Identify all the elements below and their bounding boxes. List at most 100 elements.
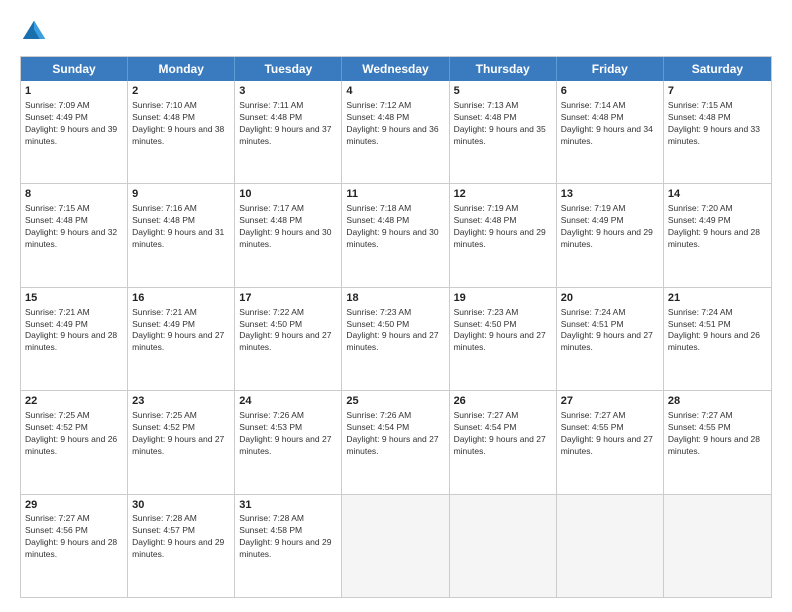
- calendar-cell: 21Sunrise: 7:24 AM Sunset: 4:51 PM Dayli…: [664, 288, 771, 390]
- calendar-row: 1Sunrise: 7:09 AM Sunset: 4:49 PM Daylig…: [21, 81, 771, 184]
- day-number: 25: [346, 394, 444, 409]
- cell-info: Sunrise: 7:21 AM Sunset: 4:49 PM Dayligh…: [25, 307, 123, 355]
- day-number: 15: [25, 291, 123, 306]
- calendar-body: 1Sunrise: 7:09 AM Sunset: 4:49 PM Daylig…: [21, 81, 771, 597]
- calendar-cell: 29Sunrise: 7:27 AM Sunset: 4:56 PM Dayli…: [21, 495, 128, 597]
- calendar-cell: 2Sunrise: 7:10 AM Sunset: 4:48 PM Daylig…: [128, 81, 235, 183]
- calendar-cell: [450, 495, 557, 597]
- day-number: 13: [561, 187, 659, 202]
- day-number: 31: [239, 498, 337, 513]
- page: SundayMondayTuesdayWednesdayThursdayFrid…: [0, 0, 792, 612]
- logo: [20, 18, 52, 46]
- cell-info: Sunrise: 7:18 AM Sunset: 4:48 PM Dayligh…: [346, 203, 444, 251]
- day-number: 14: [668, 187, 767, 202]
- calendar: SundayMondayTuesdayWednesdayThursdayFrid…: [20, 56, 772, 598]
- calendar-cell: 15Sunrise: 7:21 AM Sunset: 4:49 PM Dayli…: [21, 288, 128, 390]
- cell-info: Sunrise: 7:25 AM Sunset: 4:52 PM Dayligh…: [132, 410, 230, 458]
- cell-info: Sunrise: 7:21 AM Sunset: 4:49 PM Dayligh…: [132, 307, 230, 355]
- cell-info: Sunrise: 7:15 AM Sunset: 4:48 PM Dayligh…: [668, 100, 767, 148]
- calendar-row: 29Sunrise: 7:27 AM Sunset: 4:56 PM Dayli…: [21, 495, 771, 597]
- day-number: 3: [239, 84, 337, 99]
- calendar-cell: 5Sunrise: 7:13 AM Sunset: 4:48 PM Daylig…: [450, 81, 557, 183]
- day-number: 2: [132, 84, 230, 99]
- calendar-cell: [557, 495, 664, 597]
- day-number: 26: [454, 394, 552, 409]
- day-number: 6: [561, 84, 659, 99]
- weekday-header: Thursday: [450, 57, 557, 81]
- calendar-cell: 24Sunrise: 7:26 AM Sunset: 4:53 PM Dayli…: [235, 391, 342, 493]
- calendar-cell: 9Sunrise: 7:16 AM Sunset: 4:48 PM Daylig…: [128, 184, 235, 286]
- calendar-cell: 23Sunrise: 7:25 AM Sunset: 4:52 PM Dayli…: [128, 391, 235, 493]
- cell-info: Sunrise: 7:27 AM Sunset: 4:55 PM Dayligh…: [668, 410, 767, 458]
- calendar-cell: 17Sunrise: 7:22 AM Sunset: 4:50 PM Dayli…: [235, 288, 342, 390]
- day-number: 12: [454, 187, 552, 202]
- calendar-cell: [342, 495, 449, 597]
- calendar-cell: 19Sunrise: 7:23 AM Sunset: 4:50 PM Dayli…: [450, 288, 557, 390]
- cell-info: Sunrise: 7:24 AM Sunset: 4:51 PM Dayligh…: [561, 307, 659, 355]
- day-number: 19: [454, 291, 552, 306]
- cell-info: Sunrise: 7:20 AM Sunset: 4:49 PM Dayligh…: [668, 203, 767, 251]
- calendar-row: 15Sunrise: 7:21 AM Sunset: 4:49 PM Dayli…: [21, 288, 771, 391]
- logo-icon: [20, 18, 48, 46]
- calendar-cell: 11Sunrise: 7:18 AM Sunset: 4:48 PM Dayli…: [342, 184, 449, 286]
- cell-info: Sunrise: 7:15 AM Sunset: 4:48 PM Dayligh…: [25, 203, 123, 251]
- calendar-cell: 3Sunrise: 7:11 AM Sunset: 4:48 PM Daylig…: [235, 81, 342, 183]
- cell-info: Sunrise: 7:28 AM Sunset: 4:57 PM Dayligh…: [132, 513, 230, 561]
- weekday-header: Tuesday: [235, 57, 342, 81]
- day-number: 9: [132, 187, 230, 202]
- cell-info: Sunrise: 7:26 AM Sunset: 4:54 PM Dayligh…: [346, 410, 444, 458]
- weekday-header: Saturday: [664, 57, 771, 81]
- day-number: 18: [346, 291, 444, 306]
- cell-info: Sunrise: 7:09 AM Sunset: 4:49 PM Dayligh…: [25, 100, 123, 148]
- calendar-cell: 25Sunrise: 7:26 AM Sunset: 4:54 PM Dayli…: [342, 391, 449, 493]
- cell-info: Sunrise: 7:28 AM Sunset: 4:58 PM Dayligh…: [239, 513, 337, 561]
- day-number: 23: [132, 394, 230, 409]
- cell-info: Sunrise: 7:19 AM Sunset: 4:48 PM Dayligh…: [454, 203, 552, 251]
- calendar-row: 8Sunrise: 7:15 AM Sunset: 4:48 PM Daylig…: [21, 184, 771, 287]
- calendar-cell: 22Sunrise: 7:25 AM Sunset: 4:52 PM Dayli…: [21, 391, 128, 493]
- cell-info: Sunrise: 7:14 AM Sunset: 4:48 PM Dayligh…: [561, 100, 659, 148]
- day-number: 5: [454, 84, 552, 99]
- calendar-cell: 26Sunrise: 7:27 AM Sunset: 4:54 PM Dayli…: [450, 391, 557, 493]
- calendar-cell: 13Sunrise: 7:19 AM Sunset: 4:49 PM Dayli…: [557, 184, 664, 286]
- calendar-cell: [664, 495, 771, 597]
- day-number: 10: [239, 187, 337, 202]
- calendar-cell: 27Sunrise: 7:27 AM Sunset: 4:55 PM Dayli…: [557, 391, 664, 493]
- weekday-header: Friday: [557, 57, 664, 81]
- cell-info: Sunrise: 7:16 AM Sunset: 4:48 PM Dayligh…: [132, 203, 230, 251]
- calendar-cell: 10Sunrise: 7:17 AM Sunset: 4:48 PM Dayli…: [235, 184, 342, 286]
- cell-info: Sunrise: 7:23 AM Sunset: 4:50 PM Dayligh…: [454, 307, 552, 355]
- calendar-cell: 4Sunrise: 7:12 AM Sunset: 4:48 PM Daylig…: [342, 81, 449, 183]
- cell-info: Sunrise: 7:12 AM Sunset: 4:48 PM Dayligh…: [346, 100, 444, 148]
- cell-info: Sunrise: 7:13 AM Sunset: 4:48 PM Dayligh…: [454, 100, 552, 148]
- cell-info: Sunrise: 7:26 AM Sunset: 4:53 PM Dayligh…: [239, 410, 337, 458]
- calendar-cell: 1Sunrise: 7:09 AM Sunset: 4:49 PM Daylig…: [21, 81, 128, 183]
- day-number: 30: [132, 498, 230, 513]
- day-number: 29: [25, 498, 123, 513]
- cell-info: Sunrise: 7:23 AM Sunset: 4:50 PM Dayligh…: [346, 307, 444, 355]
- calendar-cell: 30Sunrise: 7:28 AM Sunset: 4:57 PM Dayli…: [128, 495, 235, 597]
- day-number: 17: [239, 291, 337, 306]
- cell-info: Sunrise: 7:25 AM Sunset: 4:52 PM Dayligh…: [25, 410, 123, 458]
- cell-info: Sunrise: 7:10 AM Sunset: 4:48 PM Dayligh…: [132, 100, 230, 148]
- weekday-header: Monday: [128, 57, 235, 81]
- day-number: 28: [668, 394, 767, 409]
- day-number: 1: [25, 84, 123, 99]
- calendar-cell: 31Sunrise: 7:28 AM Sunset: 4:58 PM Dayli…: [235, 495, 342, 597]
- cell-info: Sunrise: 7:17 AM Sunset: 4:48 PM Dayligh…: [239, 203, 337, 251]
- calendar-cell: 28Sunrise: 7:27 AM Sunset: 4:55 PM Dayli…: [664, 391, 771, 493]
- day-number: 22: [25, 394, 123, 409]
- cell-info: Sunrise: 7:27 AM Sunset: 4:55 PM Dayligh…: [561, 410, 659, 458]
- cell-info: Sunrise: 7:27 AM Sunset: 4:54 PM Dayligh…: [454, 410, 552, 458]
- cell-info: Sunrise: 7:27 AM Sunset: 4:56 PM Dayligh…: [25, 513, 123, 561]
- cell-info: Sunrise: 7:11 AM Sunset: 4:48 PM Dayligh…: [239, 100, 337, 148]
- cell-info: Sunrise: 7:19 AM Sunset: 4:49 PM Dayligh…: [561, 203, 659, 251]
- calendar-cell: 8Sunrise: 7:15 AM Sunset: 4:48 PM Daylig…: [21, 184, 128, 286]
- calendar-cell: 14Sunrise: 7:20 AM Sunset: 4:49 PM Dayli…: [664, 184, 771, 286]
- day-number: 11: [346, 187, 444, 202]
- day-number: 21: [668, 291, 767, 306]
- calendar-cell: 16Sunrise: 7:21 AM Sunset: 4:49 PM Dayli…: [128, 288, 235, 390]
- day-number: 27: [561, 394, 659, 409]
- header: [20, 18, 772, 46]
- calendar-cell: 7Sunrise: 7:15 AM Sunset: 4:48 PM Daylig…: [664, 81, 771, 183]
